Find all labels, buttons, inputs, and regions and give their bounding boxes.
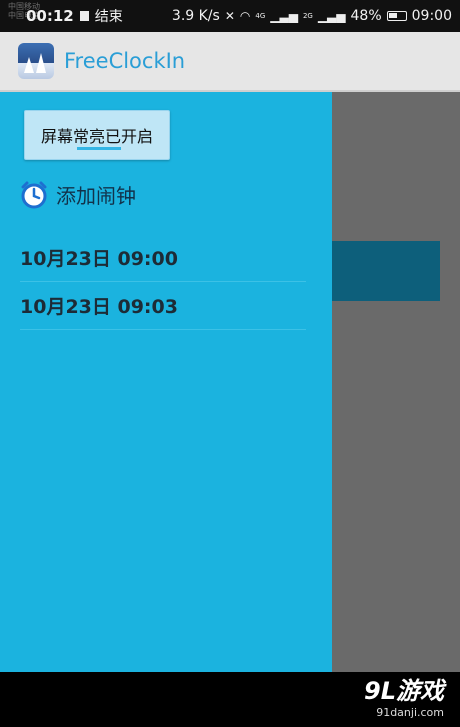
screen-on-toggle-button[interactable]: 屏幕常亮已开启: [24, 110, 170, 160]
snow-tree-app-icon[interactable]: [18, 43, 54, 79]
add-alarm-label: 添加闹钟: [56, 184, 136, 208]
status-time: 00:12: [26, 7, 74, 25]
mute-icon: ✕: [224, 9, 235, 23]
alarm-item[interactable]: 10月23日 09:03: [20, 282, 306, 330]
toggle-indicator: [77, 147, 121, 150]
notification-icon: [79, 11, 89, 21]
watermark-logo: 9L游戏: [364, 677, 444, 705]
battery-percent: 48%: [350, 8, 382, 24]
watermark: 9L游戏 91danji.com: [364, 671, 444, 719]
signal-4g-label: 4G: [255, 12, 266, 20]
add-alarm-row[interactable]: 添加闹钟: [20, 180, 136, 209]
alarm-clock-icon: [21, 181, 47, 208]
wifi-icon: ◠: [239, 9, 251, 23]
signal-icon-2: ▁▃▅: [317, 9, 346, 23]
app-title: FreeClockIn: [64, 49, 186, 73]
navigation-drawer: 屏幕常亮已开启 添加闹钟 10月23日 09:00 10月23日 09:03: [0, 92, 332, 672]
status-bar: 中国移动 中国电信 00:12 结束 3.9 K/s ✕ ◠ 4G ▁▃▅ 2G…: [0, 0, 460, 32]
app-bar: FreeClockIn: [0, 32, 460, 92]
alarm-item[interactable]: 10月23日 09:00: [20, 234, 306, 282]
signal-icon: ▁▃▅: [270, 9, 298, 23]
bottom-strip: 9L游戏 91danji.com: [0, 672, 460, 727]
battery-icon: [386, 11, 407, 21]
net-speed: 3.9 K/s: [171, 8, 220, 24]
status-clock: 09:00: [411, 8, 452, 24]
watermark-site: 91danji.com: [376, 706, 444, 719]
notification-text: 结束: [94, 9, 123, 25]
signal-2g-label: 2G: [302, 12, 313, 20]
